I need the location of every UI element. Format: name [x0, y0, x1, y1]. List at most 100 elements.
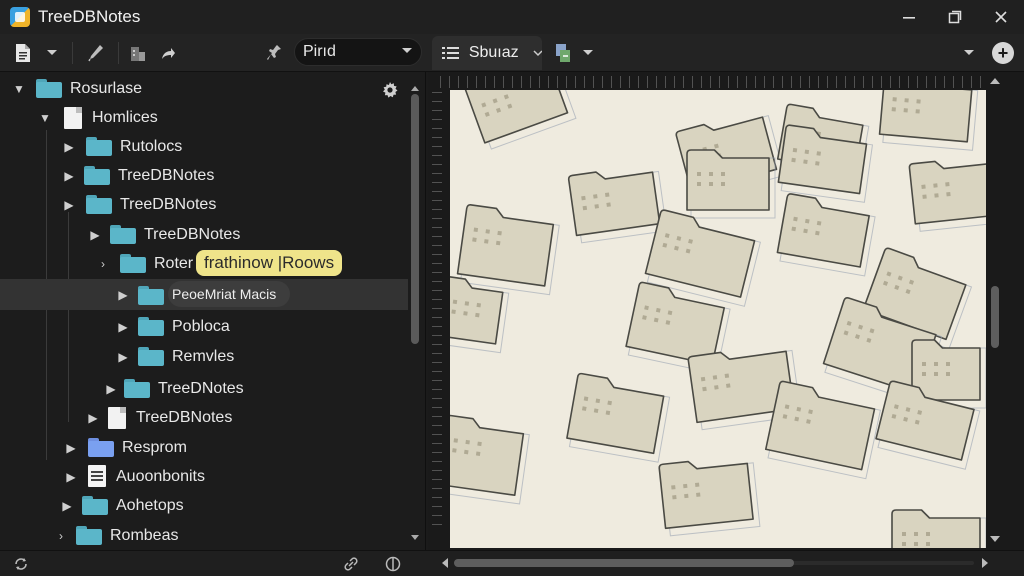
- chevron-right-icon[interactable]: ▶: [116, 350, 130, 364]
- add-button[interactable]: +: [992, 42, 1014, 64]
- folder-sticker: [566, 372, 671, 463]
- toolbar: Pirıd Sbuıaz +: [0, 34, 1024, 72]
- chevron-right-icon[interactable]: ▶: [86, 411, 100, 425]
- canvas-horizontal-scrollbar[interactable]: [440, 555, 990, 571]
- tree-item[interactable]: ▶ TreeDBNotes: [0, 403, 408, 432]
- page-icon: [64, 107, 82, 129]
- chevron-right-icon[interactable]: ▶: [116, 320, 130, 334]
- document-icon: [88, 465, 106, 487]
- close-button[interactable]: [978, 0, 1024, 34]
- tree-item[interactable]: ▶ Pobloca: [0, 312, 408, 341]
- view-mode-label: Sbuıaz: [468, 44, 519, 61]
- tree-item[interactable]: ▶ TreeDBNotes: [0, 161, 408, 190]
- tree-scrollbar-thumb[interactable]: [411, 94, 419, 344]
- tree-item[interactable]: ▶ Aohetops: [0, 491, 408, 520]
- folder-sticker: [456, 204, 560, 296]
- tree-item-label: Homlices: [92, 108, 158, 126]
- export-button[interactable]: [550, 40, 576, 66]
- expand-caret-icon[interactable]: ▼: [38, 111, 52, 125]
- sync-icon[interactable]: [12, 555, 30, 573]
- tree-item[interactable]: ▶ Remvles: [0, 342, 408, 371]
- tree-item-selected[interactable]: ▶ PeoeMriat Macis: [0, 279, 408, 310]
- view-mode-tab[interactable]: Sbuıaz: [432, 36, 542, 70]
- folder-icon: [138, 317, 164, 336]
- pin-button[interactable]: [262, 40, 286, 66]
- tree-root-label: Rosurlase: [70, 79, 143, 97]
- new-note-dropdown[interactable]: [40, 40, 64, 66]
- folder-sticker: [764, 380, 881, 480]
- search-highlight: frathinow |Roows: [196, 250, 343, 276]
- folder-sticker: [567, 170, 668, 244]
- tree-item-label: Rombeas: [110, 526, 179, 544]
- pen-button[interactable]: [84, 40, 108, 66]
- chevron-right-icon[interactable]: ▶: [64, 441, 78, 455]
- share-button[interactable]: [156, 40, 180, 66]
- tree-item[interactable]: › Rombeas: [0, 521, 408, 550]
- tree-item-label: TreeDBNotes: [118, 166, 215, 184]
- tree-item-label: Pobloca: [172, 317, 230, 335]
- scroll-down-icon[interactable]: [988, 534, 1002, 544]
- tree-item[interactable]: ▶ Rutolocs: [0, 132, 408, 161]
- pin-select[interactable]: Pirıd: [294, 38, 422, 66]
- tree-root[interactable]: ▼ Rosurlase: [0, 74, 408, 103]
- export-dropdown[interactable]: [578, 40, 598, 66]
- tree-item-label: TreeDBNotes: [136, 408, 233, 426]
- pen-icon: [88, 45, 103, 62]
- tree-item-label: Aohetops: [116, 496, 184, 514]
- maximize-button[interactable]: [932, 0, 978, 34]
- chevron-down-icon: [583, 50, 593, 55]
- chevron-right-icon[interactable]: ▶: [60, 499, 74, 513]
- note-canvas[interactable]: [450, 90, 986, 548]
- vertical-ruler: [432, 92, 442, 532]
- gear-icon[interactable]: [382, 82, 398, 98]
- folder-icon: [82, 496, 108, 515]
- scroll-up-icon[interactable]: [988, 76, 1002, 86]
- building-button[interactable]: [126, 40, 150, 66]
- canvas-scrollbar-thumb[interactable]: [991, 286, 999, 348]
- more-dropdown[interactable]: [958, 40, 980, 66]
- tree-item[interactable]: ▼ Homlices: [0, 103, 408, 132]
- tree-item[interactable]: ▶ TreeDBNotes: [0, 190, 408, 219]
- tree-item[interactable]: ▶ TreeDBNotes: [0, 220, 408, 249]
- window-title: TreeDBNotes: [38, 7, 141, 26]
- chevron-down-icon: [533, 49, 542, 56]
- horizontal-scroll-thumb[interactable]: [454, 559, 794, 567]
- folder-sticker: [908, 160, 986, 232]
- chevron-right-icon[interactable]: ▶: [116, 288, 130, 302]
- chevron-down-icon: [964, 50, 974, 55]
- folder-stickers-illustration: [450, 90, 986, 548]
- tree-item-label: PeoeMriat Macis: [168, 281, 291, 307]
- chevron-right-icon[interactable]: ›: [96, 257, 110, 271]
- scroll-left-icon[interactable]: [440, 556, 450, 570]
- tree-scrollbar[interactable]: [410, 84, 420, 550]
- new-note-button[interactable]: [10, 40, 36, 66]
- chevron-right-icon[interactable]: ›: [54, 529, 68, 543]
- tree-item[interactable]: › Roter frathinow |Roows: [0, 249, 408, 278]
- chevron-right-icon[interactable]: ▶: [88, 228, 102, 242]
- chevron-right-icon[interactable]: ▶: [62, 169, 76, 183]
- canvas-vertical-scrollbar[interactable]: [988, 76, 1002, 546]
- folder-sticker: [658, 460, 761, 537]
- scroll-down-icon[interactable]: [410, 534, 420, 542]
- tree-item[interactable]: ▶ Auoonbonits: [0, 462, 408, 491]
- minimize-button[interactable]: [886, 0, 932, 34]
- chevron-right-icon[interactable]: ▶: [64, 470, 78, 484]
- chevron-right-icon[interactable]: ▶: [104, 382, 118, 396]
- folder-icon: [84, 166, 110, 185]
- tree-item-label: TreeDBNotes: [144, 225, 241, 243]
- chevron-right-icon[interactable]: ▶: [62, 140, 76, 154]
- expand-caret-icon[interactable]: ▼: [12, 82, 26, 96]
- canvas-panel: [428, 72, 1024, 550]
- scroll-up-icon[interactable]: [410, 84, 420, 92]
- share-arrow-icon: [162, 48, 175, 59]
- tree-item[interactable]: ▶ TreeDNotes: [0, 374, 408, 403]
- page-icon: [108, 407, 126, 429]
- pin-select-value: Pirıd: [303, 43, 336, 60]
- link-icon[interactable]: [342, 555, 360, 573]
- scroll-right-icon[interactable]: [980, 556, 990, 570]
- chevron-right-icon[interactable]: ▶: [62, 198, 76, 212]
- tree-item[interactable]: ▶ Resprom: [0, 433, 408, 462]
- folder-icon: [36, 79, 62, 98]
- compass-icon[interactable]: [384, 555, 402, 573]
- folder-icon: [138, 347, 164, 366]
